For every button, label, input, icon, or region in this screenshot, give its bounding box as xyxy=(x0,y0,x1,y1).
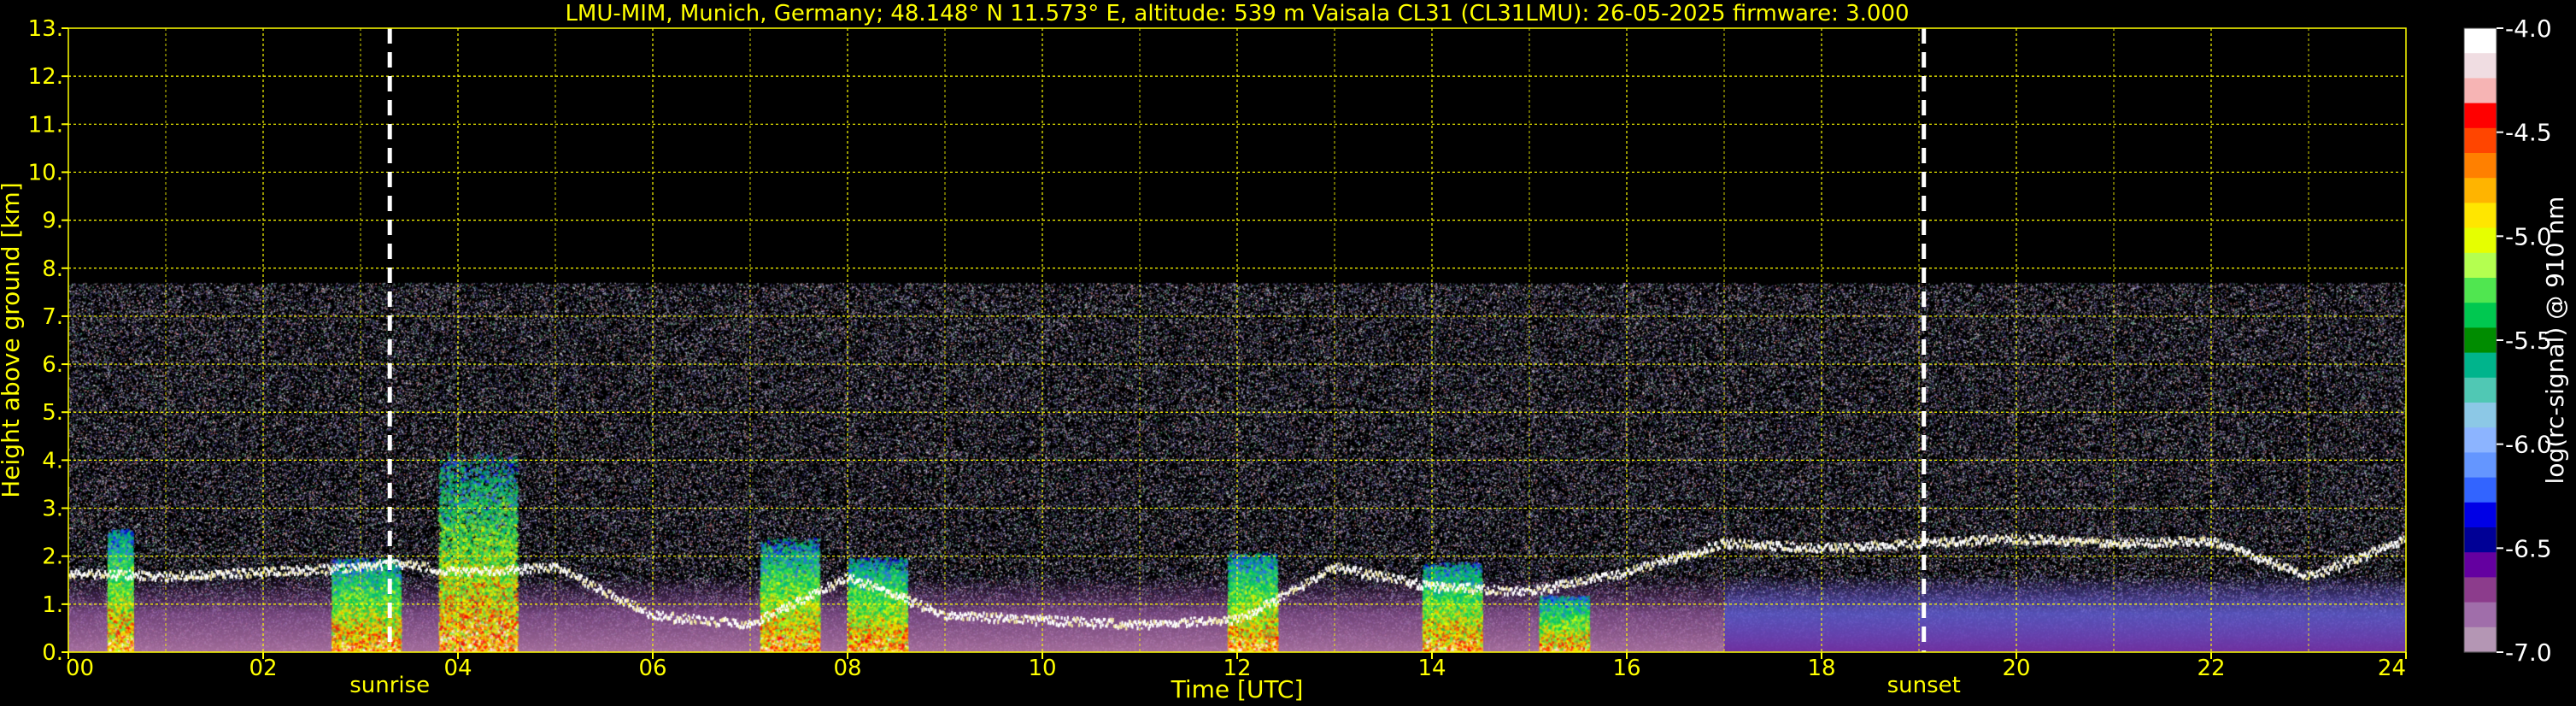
y-tick-label: 1. xyxy=(42,592,63,618)
colorbar-swatch xyxy=(2464,577,2497,603)
colorbar-swatch xyxy=(2464,327,2497,354)
x-tick-label: 14 xyxy=(1417,656,1446,681)
y-tick-label: 11. xyxy=(28,112,63,138)
colorbar-label: log(rc-signal) @ 910 nm xyxy=(2541,197,2569,485)
x-tick-label: 02 xyxy=(249,656,277,681)
x-tick-label: 18 xyxy=(1807,656,1835,681)
x-tick-label: 20 xyxy=(2002,656,2030,681)
colorbar-swatch xyxy=(2464,502,2497,528)
y-tick-label: 7. xyxy=(42,304,63,330)
colorbar-swatch xyxy=(2464,78,2497,104)
colorbar-swatch xyxy=(2464,552,2497,578)
colorbar-swatch xyxy=(2464,103,2497,129)
colorbar-swatch xyxy=(2464,252,2497,279)
sunrise-label: sunrise xyxy=(349,673,430,698)
y-tick-label: 8. xyxy=(42,256,63,282)
x-tick-label: 24 xyxy=(2378,656,2406,681)
x-tick-label: 08 xyxy=(833,656,861,681)
colorbar-swatch xyxy=(2464,527,2497,553)
colorbar-tick-label: -6.5 xyxy=(2505,534,2552,562)
colorbar-swatch xyxy=(2464,278,2497,303)
colorbar-tick-label: -7.0 xyxy=(2505,638,2552,667)
y-tick-label: 3. xyxy=(42,497,63,522)
y-tick-label: 5. xyxy=(42,400,63,426)
colorbar-swatch xyxy=(2464,427,2497,453)
colorbar-swatch xyxy=(2464,227,2497,254)
x-tick-label: 00 xyxy=(66,656,94,681)
x-tick-label: 16 xyxy=(1612,656,1640,681)
colorbar-swatch xyxy=(2464,477,2497,503)
colorbar-swatch xyxy=(2464,127,2497,154)
y-tick-label: 12. xyxy=(28,64,63,90)
colorbar-swatch xyxy=(2464,452,2497,479)
sunset-label: sunset xyxy=(1887,673,1961,698)
colorbar-swatch xyxy=(2464,53,2497,79)
colorbar-swatch xyxy=(2464,403,2497,428)
colorbar-swatch xyxy=(2464,303,2497,328)
y-tick-label: 9. xyxy=(42,209,63,234)
chart-title: LMU-MIM, Munich, Germany; 48.148° N 11.5… xyxy=(565,1,1909,26)
y-tick-label: 6. xyxy=(42,352,63,378)
colorbar-tick-label: -4.0 xyxy=(2505,15,2552,43)
colorbar-swatch xyxy=(2464,28,2497,54)
colorbar-swatch xyxy=(2464,377,2497,403)
y-tick-label: 0. xyxy=(42,640,63,666)
y-tick-label: 4. xyxy=(42,448,63,474)
y-tick-label: 13. xyxy=(28,16,63,42)
ceilometer-chart: LMU-MIM, Munich, Germany; 48.148° N 11.5… xyxy=(0,0,2576,706)
x-tick-label: 10 xyxy=(1028,656,1056,681)
y-axis-label: Height above ground [km] xyxy=(0,182,25,498)
colorbar-swatch xyxy=(2464,153,2497,179)
x-tick-label: 04 xyxy=(443,656,472,681)
x-tick-label: 06 xyxy=(638,656,666,681)
x-tick-label: 22 xyxy=(2197,656,2225,681)
x-axis-label: Time [UTC] xyxy=(1171,675,1304,703)
colorbar-swatch xyxy=(2464,602,2497,628)
colorbar-swatch xyxy=(2464,627,2497,653)
colorbar-tick-label: -4.5 xyxy=(2505,119,2552,147)
colorbar-swatch xyxy=(2464,178,2497,203)
colorbar-swatch xyxy=(2464,352,2497,379)
colorbar-swatch xyxy=(2464,203,2497,229)
y-tick-label: 2. xyxy=(42,544,63,570)
y-tick-label: 10. xyxy=(28,160,63,185)
